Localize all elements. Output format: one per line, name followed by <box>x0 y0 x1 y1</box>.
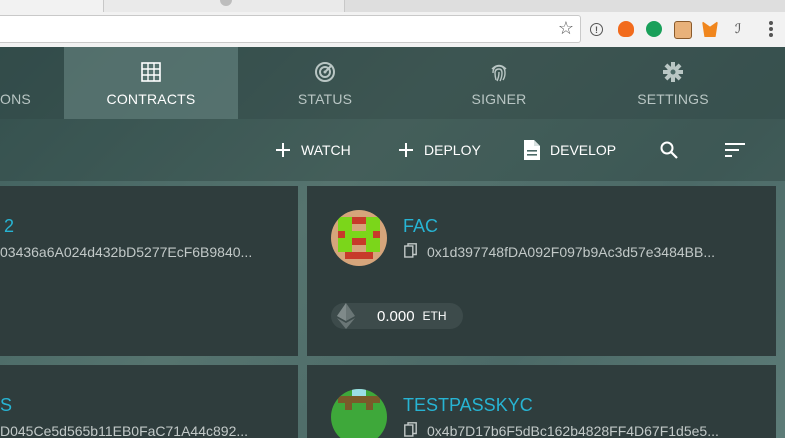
top-nav: ONS CONTRACTS STATUS SIGNER SETTINGS <box>0 47 785 119</box>
tab-signer[interactable]: SIGNER <box>412 47 586 119</box>
contract-card[interactable]: FAC 0x1d397748fDA092F097b9Ac3d57e3484BB.… <box>307 186 776 356</box>
fire-extension-icon[interactable] <box>618 21 634 37</box>
balance-value: 0.000 <box>377 307 415 325</box>
deploy-button[interactable]: DEPLOY <box>398 139 481 161</box>
copy-icon[interactable] <box>404 243 417 263</box>
contract-card[interactable]: TESTPASSKYC 0x4b7D17b6F5dBc162b4828FF4D6… <box>307 365 776 438</box>
green-extension-icon[interactable] <box>646 21 662 37</box>
fingerprint-icon <box>488 61 510 83</box>
search-icon[interactable] <box>658 139 680 161</box>
contract-address: 0x1d397748fDA092F097b9Ac3d57e3484BB... <box>427 244 716 260</box>
tab-favicon-icon <box>220 0 232 6</box>
app-container: ONS CONTRACTS STATUS SIGNER SETTINGS WAT… <box>0 47 785 438</box>
document-icon <box>524 140 540 160</box>
balance-chip: 0.000 ETH <box>331 303 463 329</box>
tab-label: SETTINGS <box>637 91 709 107</box>
grid-icon <box>140 61 162 83</box>
contract-card[interactable]: S D045Ce5d565b11EB0FaC71A44c892... <box>0 365 298 438</box>
tab-label: ONS <box>0 91 31 107</box>
address-bar[interactable]: ☆ <box>0 15 581 43</box>
develop-label: DEVELOP <box>550 142 617 158</box>
contract-name[interactable]: S <box>0 395 12 416</box>
tab-label: SIGNER <box>471 91 527 107</box>
contract-name[interactable]: TESTPASSKYC <box>403 395 533 416</box>
contract-address: 03436a6A024d432bD5277EcF6B9840... <box>0 244 253 260</box>
bookmark-star-icon[interactable]: ☆ <box>558 19 574 37</box>
plus-icon <box>275 142 291 158</box>
contract-address: 0x4b7D17b6F5dBc162b4828FF4D67F1d5e5... <box>427 423 719 438</box>
browser-tab-strip <box>0 0 785 12</box>
browser-toolbar: ☆ ! ℐ <box>0 12 785 48</box>
deploy-label: DEPLOY <box>424 142 481 158</box>
contract-name[interactable]: FAC <box>403 216 438 237</box>
tab-status[interactable]: STATUS <box>238 47 412 119</box>
watch-button[interactable]: WATCH <box>275 139 351 161</box>
contract-name[interactable]: 2 <box>4 216 14 237</box>
info-extension-icon[interactable]: ! <box>590 23 603 36</box>
browser-tab[interactable] <box>0 0 104 12</box>
tab-accounts[interactable]: ONS <box>0 47 64 119</box>
contract-card[interactable]: 2 03436a6A024d432bD5277EcF6B9840... <box>0 186 298 356</box>
identicon-avatar <box>331 210 387 266</box>
gear-icon <box>662 61 684 83</box>
face-extension-icon[interactable] <box>674 21 692 39</box>
radar-icon <box>314 61 336 83</box>
identicon-avatar <box>331 389 387 438</box>
browser-tab[interactable] <box>103 0 345 12</box>
tab-label: CONTRACTS <box>106 91 196 107</box>
watch-label: WATCH <box>301 142 351 158</box>
browser-menu-icon[interactable] <box>769 21 773 37</box>
develop-button[interactable]: DEVELOP <box>524 139 616 161</box>
balance-unit: ETH <box>422 309 447 323</box>
sort-icon[interactable] <box>724 139 746 161</box>
tab-settings[interactable]: SETTINGS <box>586 47 760 119</box>
tab-contracts[interactable]: CONTRACTS <box>64 47 238 119</box>
metamask-fox-icon[interactable] <box>702 21 718 37</box>
ethereum-icon <box>337 303 355 329</box>
copy-icon[interactable] <box>404 422 417 438</box>
tab-label: STATUS <box>297 91 353 107</box>
contract-address: D045Ce5d565b11EB0FaC71A44c892... <box>0 423 249 438</box>
signature-extension-icon[interactable]: ℐ <box>730 21 746 37</box>
plus-icon <box>398 142 414 158</box>
